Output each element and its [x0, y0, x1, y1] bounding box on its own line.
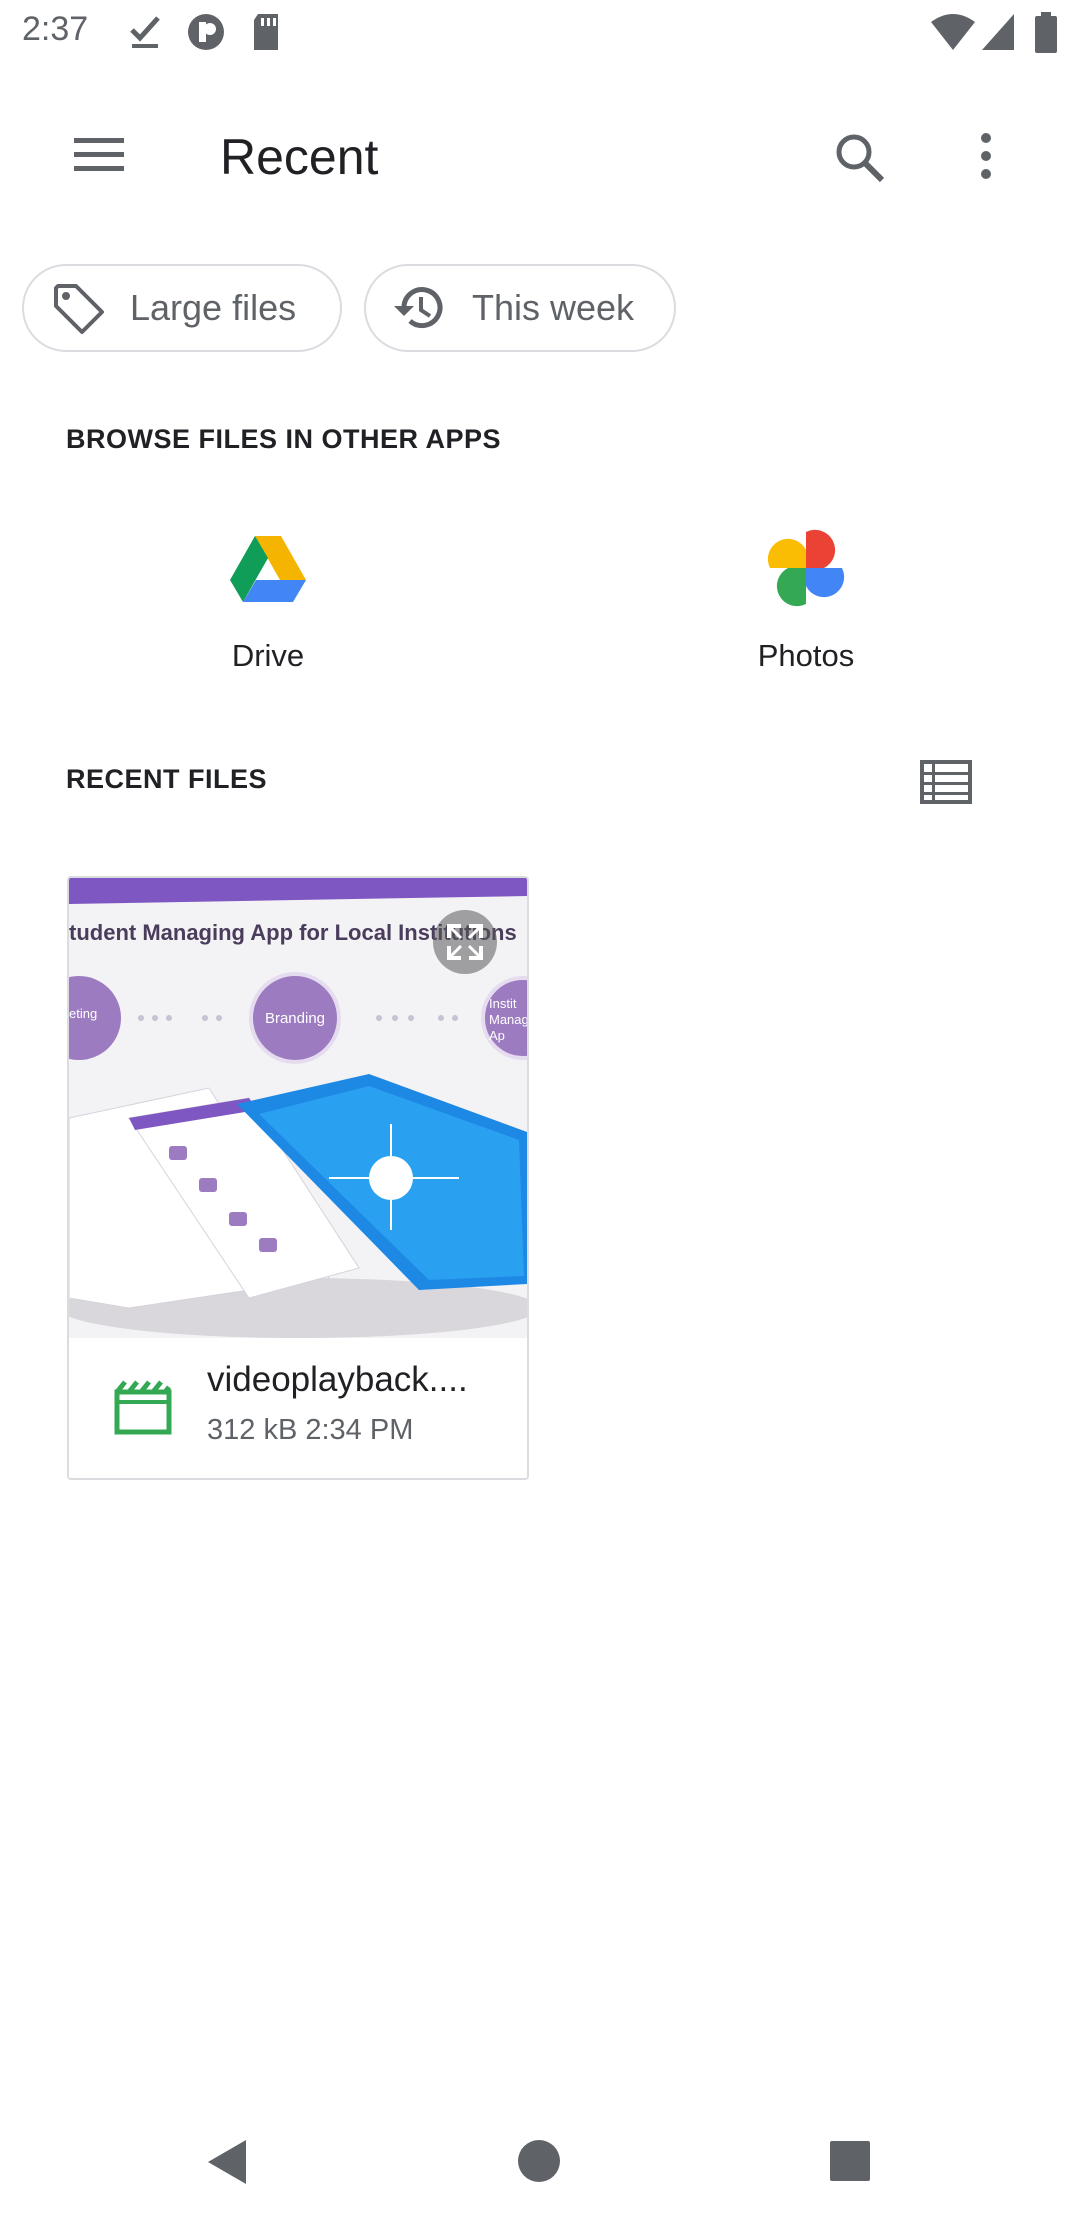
history-icon: [390, 278, 450, 338]
google-photos-icon: [767, 529, 845, 607]
home-button[interactable]: [504, 2126, 574, 2196]
menu-icon: [74, 138, 124, 171]
home-icon: [518, 2140, 560, 2182]
page-title: Recent: [220, 129, 379, 185]
search-button[interactable]: [822, 120, 898, 196]
thumbnail-bubble-right: Instit Manage Ap: [489, 996, 527, 1043]
sd-card-icon: [254, 14, 278, 50]
list-view-icon: [920, 760, 972, 804]
back-button[interactable]: [194, 2126, 264, 2196]
recents-button[interactable]: [814, 2126, 884, 2196]
search-icon: [836, 134, 885, 183]
file-time: 2:34 PM: [305, 1414, 414, 1446]
recent-files-heading: RECENT FILES: [66, 764, 268, 794]
expand-preview-button[interactable]: [433, 910, 497, 974]
drive-app-tile[interactable]: Drive: [118, 528, 418, 728]
file-size: 312 kB: [207, 1414, 298, 1446]
battery-icon: [1035, 12, 1057, 53]
file-card[interactable]: tudent Managing App for Local Institutio…: [67, 876, 529, 1480]
app-bar: Recent: [0, 80, 1080, 230]
status-bar: 2:37: [0, 0, 1080, 66]
more-options-button[interactable]: [950, 120, 1022, 196]
menu-button[interactable]: [58, 120, 138, 190]
movie-icon: [114, 1380, 172, 1435]
download-done-icon: [130, 16, 160, 48]
view-toggle-button[interactable]: [916, 752, 976, 812]
back-icon: [208, 2140, 246, 2184]
file-name: videoplayback....: [207, 1360, 468, 1399]
more-vert-icon: [981, 133, 991, 179]
large-files-chip[interactable]: Large files: [22, 264, 342, 352]
status-time: 2:37: [22, 10, 89, 48]
drive-app-label: Drive: [231, 638, 305, 673]
cell-signal-icon: [982, 14, 1014, 50]
file-meta: 312 kB 2:34 PM: [207, 1414, 413, 1447]
this-week-chip-label: This week: [472, 287, 635, 328]
navigation-bar: [0, 2090, 1080, 2220]
file-card-footer: videoplayback.... 312 kB 2:34 PM: [69, 1338, 527, 1478]
photos-app-tile[interactable]: Photos: [656, 528, 956, 728]
recents-icon: [830, 2141, 870, 2181]
fullscreen-icon: [447, 924, 483, 960]
tag-icon: [48, 278, 108, 338]
photos-app-label: Photos: [757, 638, 855, 673]
this-week-chip[interactable]: This week: [364, 264, 676, 352]
app-notification-icon: [188, 14, 224, 50]
browse-section-heading: BROWSE FILES IN OTHER APPS: [66, 424, 502, 454]
file-thumbnail: tudent Managing App for Local Institutio…: [69, 878, 527, 1338]
large-files-chip-label: Large files: [130, 287, 297, 328]
google-drive-icon: [230, 536, 306, 602]
thumbnail-bubble-left: eting: [69, 1006, 98, 1021]
wifi-icon: [931, 14, 975, 50]
thumbnail-bubble-center: Branding: [264, 1010, 326, 1027]
